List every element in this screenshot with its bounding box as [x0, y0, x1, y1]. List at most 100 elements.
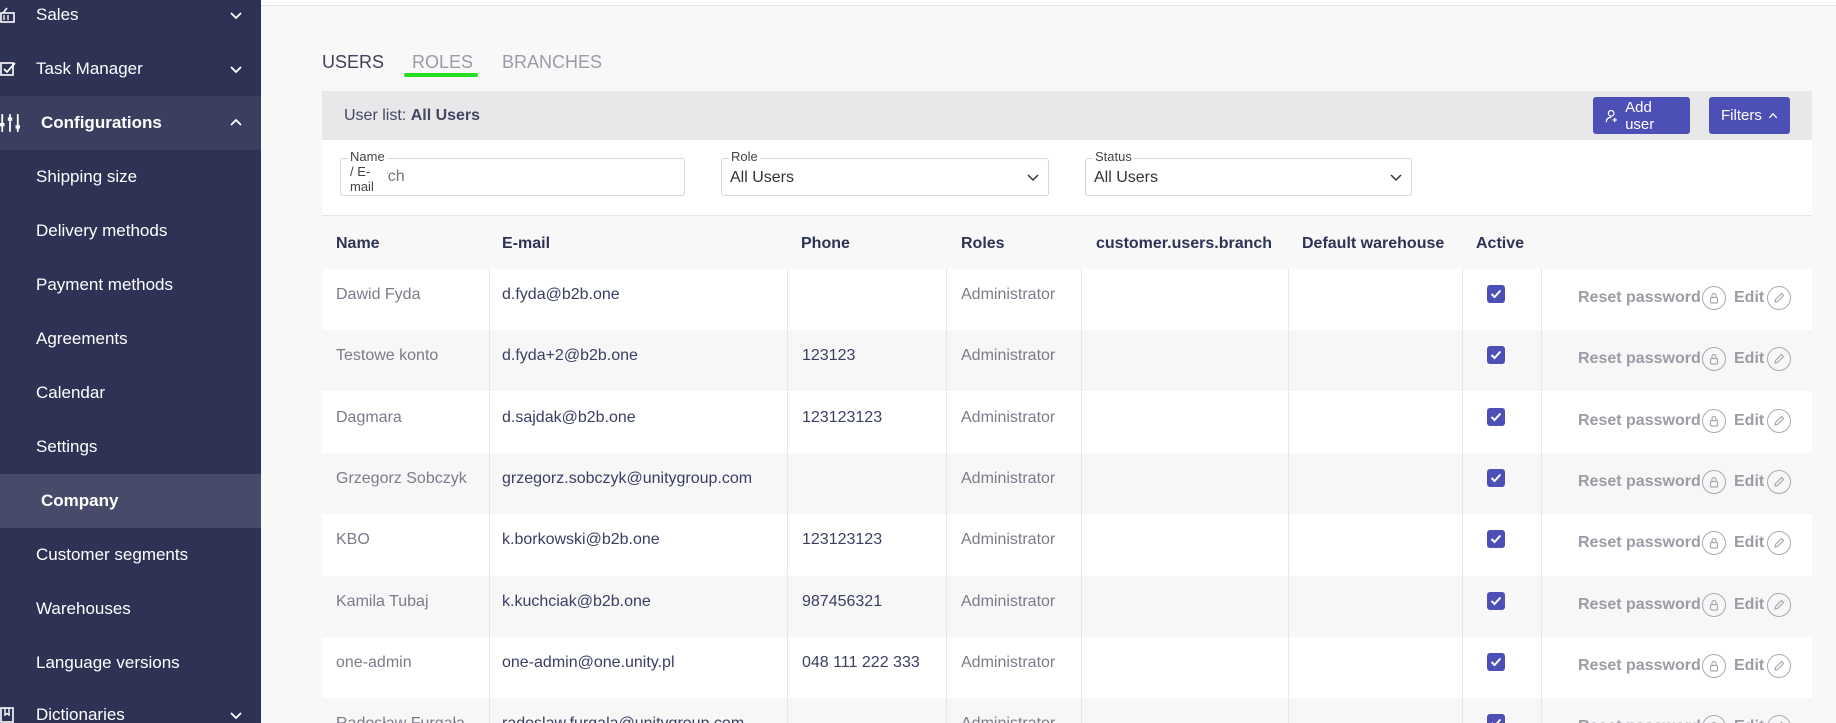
sidebar-item-settings[interactable]: Settings	[0, 420, 261, 474]
tab-active-indicator	[404, 73, 478, 77]
user-list-filter-value: All Users	[410, 107, 481, 124]
search-input[interactable]	[354, 168, 654, 186]
role-label: Role	[729, 149, 760, 164]
pencil-icon[interactable]	[1767, 408, 1791, 433]
tab-users[interactable]: USERS	[322, 52, 384, 73]
role-select[interactable]: All Users	[721, 158, 1049, 196]
column-divider	[1081, 575, 1082, 637]
pencil-icon[interactable]	[1767, 286, 1791, 310]
active-checkbox[interactable]	[1487, 530, 1505, 549]
column-divider	[1288, 269, 1289, 330]
lock-icon[interactable]	[1702, 592, 1726, 617]
reset-password-link[interactable]: Reset password	[1578, 596, 1701, 614]
tab-roles[interactable]: ROLES	[412, 52, 473, 73]
tab-branches[interactable]: BRANCHES	[502, 52, 602, 73]
sidebar-item-language-versions[interactable]: Language versions	[0, 636, 261, 690]
sidebar-item-shipping-size[interactable]: Shipping size	[0, 150, 261, 204]
reset-password-link[interactable]: Reset password	[1578, 473, 1701, 491]
cell-role: Administrator	[961, 531, 1056, 549]
lock-icon[interactable]	[1702, 408, 1726, 433]
edit-link[interactable]: Edit	[1734, 596, 1764, 614]
pencil-icon[interactable]	[1767, 469, 1791, 494]
sidebar-item-delivery-methods[interactable]: Delivery methods	[0, 204, 261, 258]
active-checkbox[interactable]	[1487, 714, 1505, 723]
lock-icon[interactable]	[1702, 469, 1726, 494]
edit-link[interactable]: Edit	[1734, 534, 1764, 552]
sidebar-item-customer-segments[interactable]: Customer segments	[0, 528, 261, 582]
pencil-icon[interactable]	[1767, 531, 1791, 556]
column-header-default-warehouse[interactable]: Default warehouse	[1302, 235, 1444, 253]
active-checkbox[interactable]	[1487, 468, 1505, 487]
status-select[interactable]: All Users	[1085, 158, 1412, 196]
filters-button[interactable]: Filters	[1709, 97, 1790, 134]
check-icon	[1490, 289, 1502, 299]
sidebar-item-agreements[interactable]: Agreements	[0, 312, 261, 366]
column-divider	[1541, 575, 1542, 637]
sidebar-item-label: Shipping size	[36, 167, 138, 186]
pencil-icon[interactable]	[1767, 715, 1791, 723]
lock-icon[interactable]	[1702, 715, 1726, 723]
column-header-active[interactable]: Active	[1476, 235, 1524, 253]
column-divider	[1541, 391, 1542, 453]
cell-name: Dawid Fyda	[336, 286, 421, 303]
edit-link[interactable]: Edit	[1734, 473, 1764, 491]
pencil-icon[interactable]	[1767, 592, 1791, 617]
table-row: Grzegorz Sobczyk grzegorz.sobczyk@unitygr…	[322, 452, 1812, 514]
active-checkbox[interactable]	[1487, 285, 1505, 303]
sidebar-item-warehouses[interactable]: Warehouses	[0, 582, 261, 636]
reset-password-link[interactable]: Reset password	[1578, 412, 1701, 430]
column-divider	[1288, 452, 1289, 514]
cell-email: radoslaw.furgala@unitygroup.com	[502, 715, 744, 723]
sidebar-item-label: Delivery methods	[36, 221, 168, 240]
column-header-phone[interactable]: Phone	[801, 235, 850, 253]
sidebar-item-calendar[interactable]: Calendar	[0, 366, 261, 420]
edit-link[interactable]: Edit	[1734, 412, 1764, 430]
lock-icon[interactable]	[1702, 653, 1726, 678]
edit-link[interactable]: Edit	[1734, 289, 1764, 307]
column-header-name[interactable]: Name	[336, 235, 380, 253]
reset-password-link[interactable]: Reset password	[1578, 534, 1701, 552]
reset-password-link[interactable]: Reset password	[1578, 350, 1701, 368]
column-divider	[787, 330, 788, 392]
column-divider	[1541, 636, 1542, 698]
add-user-button[interactable]: Add user	[1593, 97, 1690, 134]
reset-password-link[interactable]: Reset password	[1578, 289, 1701, 307]
cell-role: Administrator	[961, 408, 1056, 426]
column-divider	[1462, 330, 1463, 392]
edit-link[interactable]: Edit	[1734, 350, 1764, 368]
table-row: Radosław Furgała radoslaw.furgala@unitygr…	[322, 698, 1812, 723]
active-checkbox[interactable]	[1487, 346, 1505, 365]
column-divider	[1081, 391, 1082, 453]
cell-phone: 123123	[802, 347, 856, 365]
column-header-roles[interactable]: Roles	[961, 235, 1005, 253]
column-header-email[interactable]: E-mail	[502, 235, 550, 253]
cell-email: k.borkowski@b2b.one	[502, 531, 660, 549]
column-divider	[489, 575, 490, 637]
active-checkbox[interactable]	[1487, 652, 1505, 671]
sidebar-item-company[interactable]: Company	[0, 474, 261, 528]
pencil-icon[interactable]	[1767, 347, 1791, 372]
edit-link[interactable]: Edit	[1734, 718, 1764, 723]
edit-link[interactable]: Edit	[1734, 657, 1764, 675]
user-list-prefix: User list:	[344, 107, 407, 124]
sidebar-item-payment-methods[interactable]: Payment methods	[0, 258, 261, 312]
check-icon	[1490, 596, 1502, 605]
reset-password-link[interactable]: Reset password	[1578, 657, 1701, 675]
column-divider	[787, 452, 788, 514]
active-checkbox[interactable]	[1487, 407, 1505, 426]
cell-name: Kamila Tubaj	[336, 592, 429, 610]
sidebar-item-task-manager[interactable]: Task Manager	[0, 42, 261, 96]
sidebar-item-label: Configurations	[41, 113, 162, 132]
reset-password-link[interactable]: Reset password	[1578, 718, 1701, 723]
lock-icon[interactable]	[1702, 286, 1726, 310]
column-divider	[946, 636, 947, 698]
lock-icon[interactable]	[1702, 347, 1726, 372]
column-divider	[489, 330, 490, 392]
pencil-icon[interactable]	[1767, 653, 1791, 678]
sidebar-item-dictionaries[interactable]: Dictionaries	[0, 688, 261, 723]
lock-icon[interactable]	[1702, 531, 1726, 556]
sidebar-item-configurations[interactable]: Configurations	[0, 96, 261, 150]
column-header-branch[interactable]: customer.users.branch	[1096, 235, 1272, 253]
sidebar-item-sales[interactable]: Sales	[0, 0, 261, 42]
active-checkbox[interactable]	[1487, 591, 1505, 610]
